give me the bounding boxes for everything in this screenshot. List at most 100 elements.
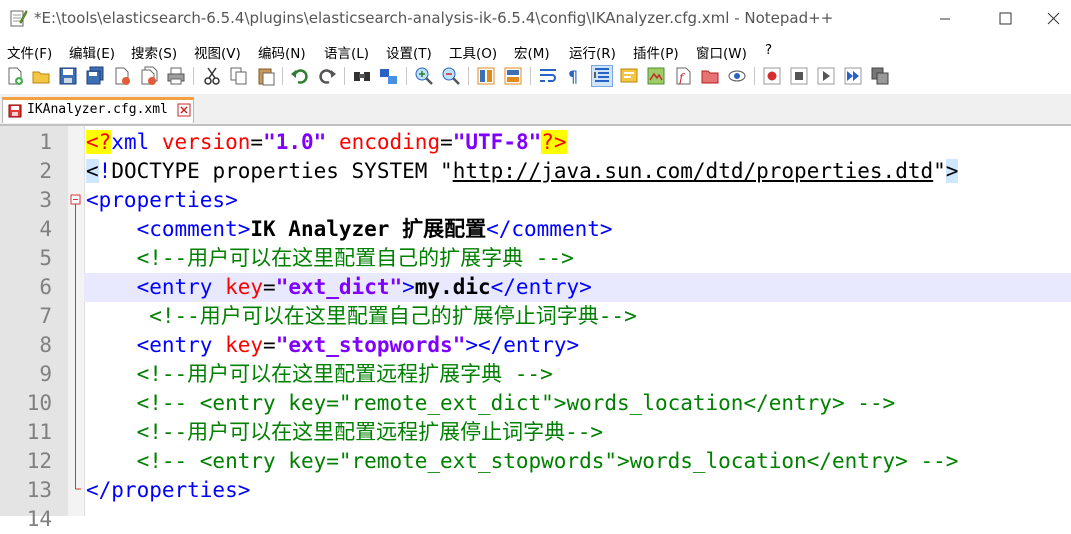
replace-icon[interactable] [379,66,399,86]
toolbar: ¶ f [0,64,1071,88]
document-map-icon[interactable] [646,66,666,86]
code-line-3: <properties> [86,186,238,215]
zoom-in-icon[interactable] [414,66,434,86]
code-line-12: <!-- <entry key="remote_ext_stopwords">w… [86,447,959,476]
line-number: 7 [39,304,52,328]
sync-horizontal-icon[interactable] [503,66,523,86]
save-all-icon[interactable] [85,66,105,86]
minimize-icon[interactable] [922,0,968,38]
maximize-icon[interactable] [982,0,1028,38]
close-file-icon[interactable] [112,66,132,86]
menu-encoding[interactable]: 编码(N) [258,42,306,62]
function-list-icon[interactable]: f [673,66,693,86]
line-number: 6 [39,275,52,299]
run-macro-multiple-icon[interactable] [843,66,863,86]
entry-close-tag: ></entry> [465,333,580,357]
doctype-url[interactable]: http://java.sun.com/dtd/properties.dtd [453,159,933,183]
attr-key: key [225,275,264,299]
menu-edit[interactable]: 编辑(E) [69,42,115,62]
tab-close-icon[interactable] [177,103,191,117]
value-encoding: "UTF-8" [452,130,542,154]
doctype-close: > [945,159,959,183]
xml-pi-close: ?> [541,130,567,154]
redo-icon[interactable] [317,66,337,86]
equals: = [440,130,453,154]
tab-bar: IKAnalyzer.cfg.xml [0,94,1071,126]
play-macro-icon[interactable] [816,66,836,86]
menu-bar: 文件(F) 编辑(E) 搜索(S) 视图(V) 编码(N) 语言(L) 设置(T… [0,40,1071,62]
stop-macro-icon[interactable] [789,66,809,86]
unsaved-file-icon [8,104,22,118]
line-number: 3 [39,188,52,212]
close-all-icon[interactable] [139,66,159,86]
save-macro-icon[interactable] [870,66,890,86]
indent-guide-icon[interactable] [591,65,613,87]
menu-help[interactable]: ? [765,42,772,58]
open-file-icon[interactable] [31,66,51,86]
copy-icon[interactable] [229,66,249,86]
menu-file[interactable]: 文件(F) [7,42,52,62]
menu-macro[interactable]: 宏(M) [514,42,550,62]
menu-plugins[interactable]: 插件(P) [633,42,679,62]
menu-search[interactable]: 搜索(S) [131,42,177,62]
notepad-icon[interactable] [8,8,28,28]
monitoring-icon[interactable] [727,66,747,86]
code-line-2: <!DOCTYPE properties SYSTEM "http://java… [86,157,959,186]
close-icon[interactable] [1030,0,1071,38]
line-number: 5 [39,246,52,270]
menu-language[interactable]: 语言(L) [324,42,369,62]
entry-text: my.dic [414,275,491,299]
code-line-6: <entry key="ext_dict">my.dic</entry> [86,273,592,302]
line-number: 13 [26,478,52,502]
xml-comment: <!-- <entry key="remote_ext_stopwords">w… [136,449,959,473]
window-title: *E:\tools\elasticsearch-6.5.4\plugins\el… [34,9,834,27]
fold-margin [68,126,85,516]
new-file-icon[interactable] [5,66,25,86]
line-number-gutter: 1 2 3 4 5 6 7 8 9 10 11 12 13 14 [0,126,68,531]
undo-icon[interactable] [290,66,310,86]
value-version: "1.0" [263,130,327,154]
editor[interactable]: 1 2 3 4 5 6 7 8 9 10 11 12 13 14 <?xml v… [0,126,1071,531]
code-line-1: <?xml version="1.0" encoding="UTF-8"?> [86,128,567,157]
doctype-body: DOCTYPE properties SYSTEM " [111,159,453,183]
paste-icon[interactable] [256,66,276,86]
menu-view[interactable]: 视图(V) [194,42,241,62]
line-number: 11 [26,420,52,444]
record-macro-icon[interactable] [762,66,782,86]
find-icon[interactable] [352,66,372,86]
entry-close-tag: </entry> [490,275,592,299]
line-number: 2 [39,159,52,183]
zoom-out-icon[interactable] [441,66,461,86]
toolbar-separator [344,67,345,85]
comment-text: IK Analyzer 扩展配置 [250,217,487,241]
line-number: 10 [26,391,52,415]
code-line-13: </properties> [86,476,250,505]
menu-run[interactable]: 运行(R) [569,42,616,62]
xml-name: xml [111,130,150,154]
word-wrap-icon[interactable] [538,66,558,86]
fold-tree-icon [70,194,81,490]
menu-window[interactable]: 窗口(W) [696,42,747,62]
folder-workspace-icon[interactable] [700,66,720,86]
menu-settings[interactable]: 设置(T) [386,42,432,62]
doctype-quote: " [933,159,946,183]
comment-open-tag: <comment> [136,217,251,241]
show-all-chars-icon[interactable]: ¶ [564,66,584,86]
menu-tools[interactable]: 工具(O) [449,42,497,62]
cut-icon[interactable] [202,66,222,86]
comment-close-tag: </comment> [486,217,613,241]
value-ext-stopwords: "ext_stopwords" [275,333,466,357]
save-icon[interactable] [58,66,78,86]
xml-comment: <!--用户可以在这里配置自己的扩展停止词字典--> [149,304,637,328]
sync-vertical-icon[interactable] [476,66,496,86]
print-icon[interactable] [166,66,186,86]
user-language-icon[interactable] [619,66,639,86]
doctype-bang: ! [98,159,112,183]
xml-pi-open: <? [86,130,112,154]
code-line-4: <comment>IK Analyzer 扩展配置</comment> [86,215,613,244]
doctype-open: < [86,159,99,183]
xml-comment: <!--用户可以在这里配置远程扩展字典 --> [136,362,553,386]
attr-encoding: encoding [338,130,441,154]
svg-text:¶: ¶ [568,67,578,86]
tab-ikanalyzer[interactable]: IKAnalyzer.cfg.xml [2,97,194,123]
